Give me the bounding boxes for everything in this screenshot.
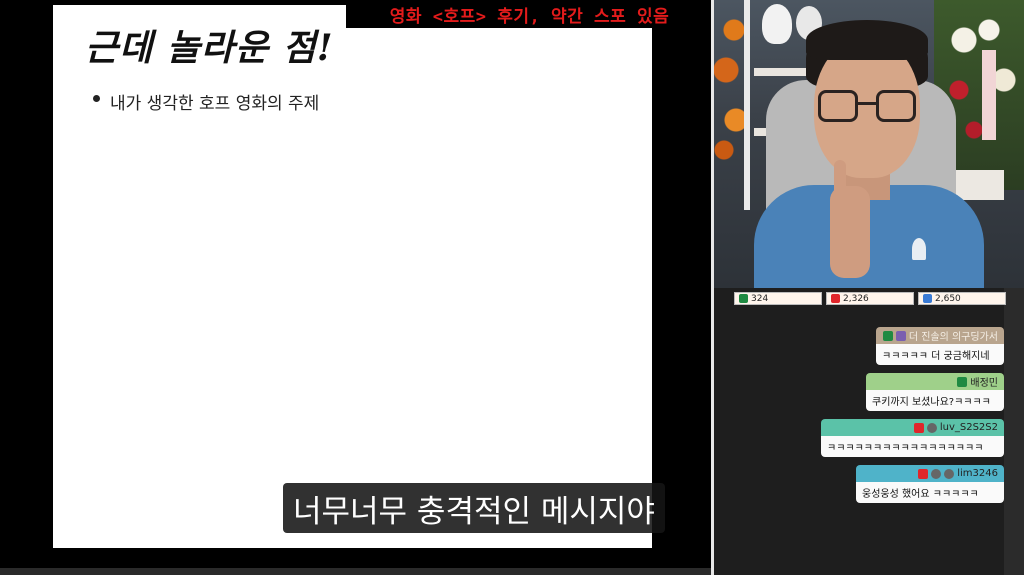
glasses-icon [818, 90, 916, 124]
slide-bullet: 내가 생각한 호프 영화의 주제 [93, 89, 319, 114]
bullet-text: 내가 생각한 호프 영화의 주제 [110, 94, 320, 114]
chat-username-bar: luv_S2S2S2 [821, 419, 1004, 436]
youtube-icon [918, 468, 929, 479]
presentation-slide: 근데 놀라운 점! 내가 생각한 호프 영화의 주제 [53, 5, 652, 548]
slide-title: 근데 놀라운 점! [85, 27, 334, 69]
youtube-icon [913, 422, 924, 433]
stat-value: 2,650 [935, 293, 961, 304]
wreath-ribbon [982, 50, 996, 140]
member-icon [931, 468, 942, 479]
chat-username-bar: 배정민 [866, 373, 1004, 390]
chzzk-icon [957, 376, 968, 387]
pointing-hand [830, 186, 870, 278]
chat-text: ㅋㅋㅋㅋㅋ 더 궁금해지네 [876, 344, 1004, 365]
bottom-bar [0, 568, 713, 575]
stat-youtube: 2,326 [826, 292, 914, 305]
person-hair-top [806, 20, 928, 60]
viewer-stats: 324 2,326 2,650 [734, 292, 1006, 305]
youtube-icon [831, 294, 840, 303]
chzzk-icon [739, 294, 748, 303]
bullet-dot-icon [93, 95, 100, 102]
badge-icon [944, 468, 955, 479]
stat-value: 2,326 [843, 293, 869, 304]
soop-icon [923, 294, 932, 303]
chat-username: 더 진솔의 의구딩가서 [908, 332, 998, 343]
figurine [762, 4, 792, 44]
stat-value: 324 [751, 293, 769, 304]
chat-text: 쿠키까지 보셨나요?ㅋㅋㅋㅋ [866, 390, 1004, 411]
chat-username: lim3246 [957, 468, 998, 479]
chat-text: 웅성웅성 했어요 ㅋㅋㅋㅋㅋ [856, 482, 1004, 503]
subtitle-caption: 너무너무 충격적인 메시지야 [283, 483, 665, 533]
chat-message: lim3246 웅성웅성 했어요 ㅋㅋㅋㅋㅋ [856, 465, 1004, 503]
pointing-finger [834, 160, 846, 200]
shelf-pole [744, 0, 750, 210]
chat-message: luv_S2S2S2 ㅋㅋㅋㅋㅋㅋㅋㅋㅋㅋㅋㅋㅋㅋㅋㅋㅋ [821, 419, 1004, 457]
chat-username: luv_S2S2S2 [939, 422, 998, 433]
chat-username-bar: 더 진솔의 의구딩가서 [876, 327, 1004, 344]
stat-chzzk: 324 [734, 292, 822, 305]
member-icon [926, 422, 937, 433]
badge-icon [895, 330, 906, 341]
video-topic-banner: 영화 <호프> 후기, 약간 스포 있음 [346, 0, 713, 28]
webcam-feed [714, 0, 1024, 288]
chat-message: 배정민 쿠키까지 보셨나요?ㅋㅋㅋㅋ [866, 373, 1004, 411]
chat-username-bar: lim3246 [856, 465, 1004, 482]
chat-message: 더 진솔의 의구딩가서 ㅋㅋㅋㅋㅋ 더 궁금해지네 [876, 327, 1004, 365]
chzzk-icon [882, 330, 893, 341]
stat-soop: 2,650 [918, 292, 1006, 305]
chat-username: 배정민 [970, 378, 998, 389]
panel-edge [1004, 288, 1024, 575]
chat-text: ㅋㅋㅋㅋㅋㅋㅋㅋㅋㅋㅋㅋㅋㅋㅋㅋㅋ [821, 436, 1004, 457]
shirt-logo-icon [912, 238, 926, 260]
